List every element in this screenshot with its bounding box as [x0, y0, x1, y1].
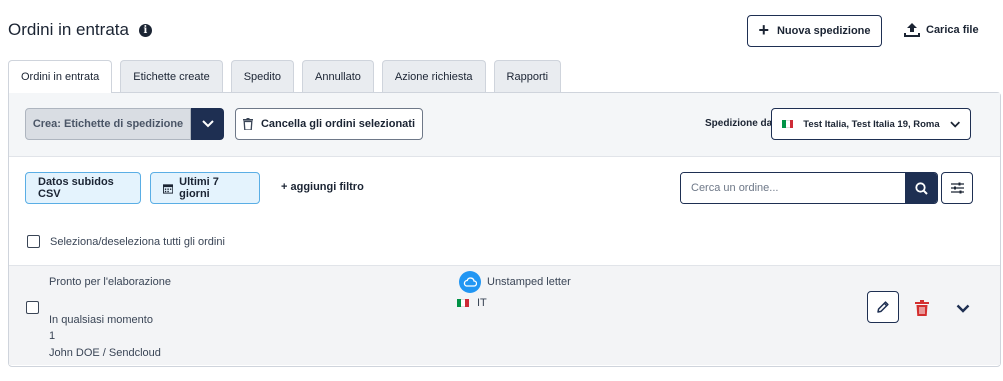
add-filter-link[interactable]: + aggiungi filtro [281, 181, 364, 193]
chevron-down-icon [950, 121, 960, 128]
cancel-selected-label: Cancella gli ordini selezionati [260, 118, 416, 130]
new-shipment-button[interactable]: + Nuova spedizione [747, 15, 882, 47]
chevron-down-icon [956, 304, 970, 313]
order-customer: John DOE / Sendcloud [49, 347, 161, 359]
tab-incoming-orders[interactable]: Ordini in entrata [8, 60, 113, 93]
select-all-row: Seleziona/deseleziona tutti gli ordini [27, 235, 225, 248]
order-row: Pronto per l'elaborazione In qualsiasi m… [9, 265, 1000, 365]
create-options-dropdown[interactable] [191, 108, 224, 140]
italy-flag-icon [782, 120, 794, 128]
tab-cancelled[interactable]: Annullato [302, 60, 374, 92]
upload-file-button[interactable]: Carica file [904, 22, 979, 38]
italy-flag-icon [457, 299, 469, 307]
tab-label: Rapporti [506, 70, 549, 83]
tab-shipped[interactable]: Spedito [230, 60, 295, 92]
calendar-icon [163, 183, 174, 194]
delete-order-button[interactable] [911, 296, 933, 320]
info-icon[interactable]: i [138, 23, 152, 37]
carrier-name: Unstamped letter [487, 276, 571, 288]
search-input[interactable] [681, 173, 905, 203]
ship-from-label: Spedizione da [705, 118, 773, 129]
destination-country: IT [457, 297, 487, 309]
tab-label: Spedito [243, 70, 282, 83]
ship-from-value: Test Italia, Test Italia 19, Roma [803, 118, 940, 130]
pencil-icon [877, 301, 889, 313]
tab-bar: Ordini in entrata Etichette create Spedi… [8, 60, 562, 93]
edit-order-button[interactable] [867, 291, 899, 323]
filter-chip-csv[interactable]: Datos subidos CSV [25, 172, 141, 204]
expand-order-button[interactable] [952, 296, 974, 320]
order-checkbox[interactable] [26, 301, 39, 314]
tab-action-required[interactable]: Azione richiesta [381, 60, 486, 92]
page-title: Ordini in entrata i [8, 20, 152, 40]
new-shipment-label: Nuova spedizione [776, 25, 871, 37]
search-button[interactable] [905, 173, 937, 203]
create-labels-button[interactable]: Crea: Etichette di spedizione [25, 108, 191, 140]
cancel-selected-orders-button[interactable]: Cancella gli ordini selezionati [235, 108, 423, 140]
upload-label: Carica file [926, 24, 979, 36]
country-code: IT [477, 297, 487, 309]
column-settings-button[interactable] [941, 172, 973, 204]
create-labels-label: Crea: Etichette di spedizione [32, 118, 184, 130]
tab-label: Etichette create [133, 70, 210, 83]
filter-chip-label: Ultimi 7 giorni [179, 176, 219, 200]
tab-labels-created[interactable]: Etichette create [120, 60, 223, 92]
tab-label: Azione richiesta [394, 70, 473, 83]
cloud-icon [459, 271, 481, 293]
plus-icon: + [758, 20, 769, 40]
carrier-info: Unstamped letter [459, 271, 571, 293]
order-status: Pronto per l'elaborazione [49, 276, 171, 288]
select-all-checkbox[interactable] [27, 235, 40, 248]
search-icon [914, 181, 928, 195]
ship-from-select[interactable]: Test Italia, Test Italia 19, Roma [771, 108, 971, 140]
chevron-down-icon [201, 120, 214, 128]
search-field [680, 172, 938, 204]
orders-panel: Crea: Etichette di spedizione Cancella g… [8, 92, 1001, 367]
tab-reports[interactable]: Rapporti [493, 60, 562, 92]
filter-chip-date[interactable]: Ultimi 7 giorni [150, 172, 260, 204]
tab-label: Annullato [315, 70, 361, 83]
sliders-icon [950, 182, 964, 194]
trash-icon [242, 118, 253, 130]
select-all-label: Seleziona/deseleziona tutti gli ordini [50, 235, 225, 248]
create-labels-split-button: Crea: Etichette di spedizione [25, 108, 224, 140]
upload-icon [904, 23, 920, 37]
page-title-text: Ordini in entrata [8, 20, 129, 39]
order-quantity: 1 [49, 330, 56, 342]
tab-label: Ordini in entrata [21, 71, 100, 83]
order-time: In qualsiasi momento [49, 314, 153, 326]
filter-chip-label: Datos subidos CSV [38, 176, 114, 200]
trash-icon [915, 300, 929, 316]
